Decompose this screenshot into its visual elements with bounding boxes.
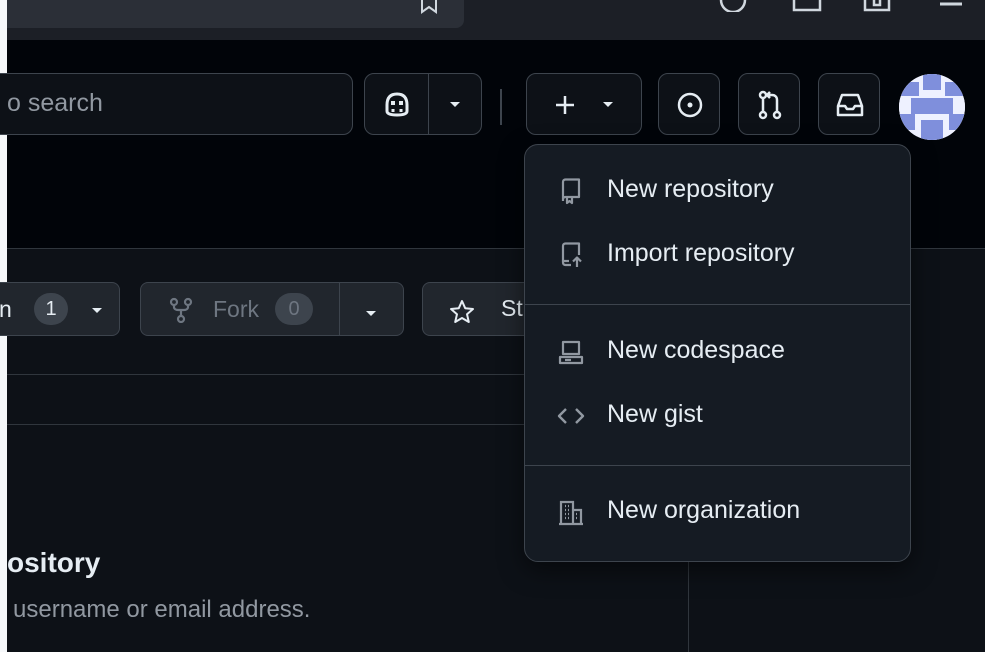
issues-button[interactable]: [658, 73, 720, 135]
browser-account-icon[interactable]: [718, 0, 748, 12]
triangle-down-icon: [366, 311, 376, 316]
identicon-image: [899, 74, 965, 140]
search-placeholder: o search: [7, 89, 103, 117]
pull-requests-button[interactable]: [738, 73, 800, 135]
browser-extensions-icon[interactable]: [792, 0, 822, 12]
fork-counter: 0: [275, 293, 313, 325]
page-subtitle: username or email address.: [13, 596, 311, 623]
bookmark-star-icon[interactable]: [420, 0, 438, 14]
star-icon: [450, 300, 474, 323]
repo-forked-icon: [169, 297, 193, 323]
inbox-icon: [836, 93, 864, 117]
fork-dropdown-button[interactable]: [340, 283, 403, 335]
menu-item-label: New repository: [607, 175, 774, 203]
browser-menu-icon[interactable]: [936, 0, 966, 12]
watch-button[interactable]: n 1: [0, 282, 120, 336]
code-icon: [557, 408, 585, 424]
user-avatar[interactable]: [899, 74, 965, 140]
fork-button-group: Fork 0: [140, 282, 404, 336]
menu-item-label: New codespace: [607, 336, 785, 364]
triangle-down-icon: [92, 308, 102, 313]
watch-counter: 1: [34, 293, 68, 325]
star-label: St: [501, 295, 523, 321]
menu-item-new-organization[interactable]: New organization: [525, 482, 910, 542]
organization-icon: [559, 500, 583, 526]
watch-label: n: [0, 296, 12, 322]
menu-item-label: Import repository: [607, 239, 795, 267]
fork-button[interactable]: Fork 0: [141, 283, 339, 335]
create-new-menu: New repository Import repository New cod…: [524, 144, 911, 562]
copilot-dropdown-button[interactable]: [429, 74, 481, 134]
fork-label: Fork: [213, 296, 259, 322]
codespaces-icon: [558, 340, 584, 365]
menu-item-new-repository[interactable]: New repository: [525, 161, 910, 221]
browser-downloads-icon[interactable]: [862, 0, 892, 12]
menu-item-label: New organization: [607, 496, 801, 524]
copilot-button[interactable]: [365, 74, 428, 134]
column-divider: [688, 560, 689, 652]
menu-separator: [525, 465, 910, 466]
header-separator: [500, 89, 502, 125]
repo-icon: [561, 178, 581, 205]
issue-opened-icon: [677, 92, 703, 118]
plus-icon: [556, 96, 574, 114]
divider-line: [7, 424, 527, 425]
screen: o search n 1 Fork 0 St ository username …: [0, 0, 985, 652]
divider-line: [7, 374, 527, 375]
copilot-icon: [385, 92, 409, 117]
menu-separator: [525, 304, 910, 305]
inbox-button[interactable]: [818, 73, 880, 135]
git-pull-request-icon: [758, 90, 782, 120]
menu-item-label: New gist: [607, 400, 703, 428]
triangle-down-icon: [450, 102, 460, 107]
page-title: ository: [7, 547, 101, 578]
copilot-button-group: [364, 73, 482, 135]
menu-item-new-gist[interactable]: New gist: [525, 386, 910, 446]
triangle-down-icon: [603, 102, 613, 107]
repo-push-icon: [561, 242, 582, 267]
create-new-button[interactable]: [526, 73, 642, 135]
menu-item-new-codespace[interactable]: New codespace: [525, 322, 910, 382]
menu-item-import-repository[interactable]: Import repository: [525, 225, 910, 285]
address-bar[interactable]: [7, 0, 464, 28]
